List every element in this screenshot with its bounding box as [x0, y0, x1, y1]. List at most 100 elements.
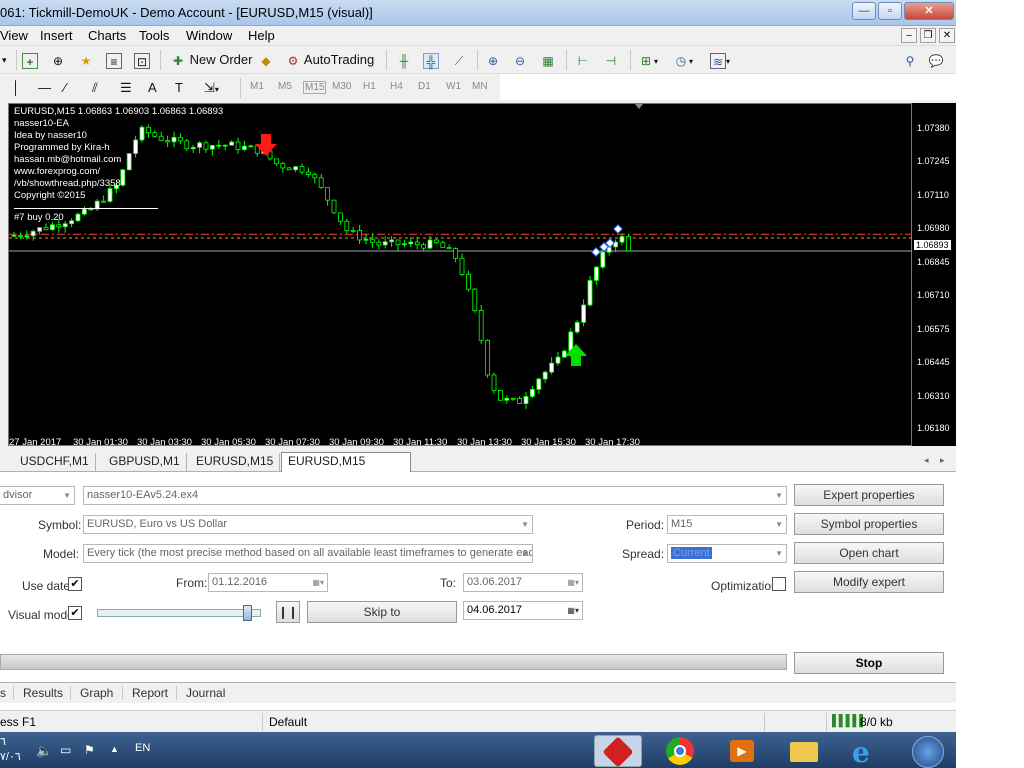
taskbar-internet-explorer[interactable]: e — [842, 735, 890, 768]
candle-body — [75, 213, 81, 222]
horizontal-line-icon[interactable]: — — [38, 78, 51, 98]
expert-properties-button[interactable]: Expert properties — [794, 484, 944, 506]
spread-select[interactable]: Current ▼ — [667, 544, 787, 563]
pause-button[interactable]: ❙❙ — [276, 601, 300, 623]
timeframe-h4[interactable]: H4 — [390, 81, 403, 92]
fibonacci-icon[interactable]: ☰ — [120, 78, 132, 98]
volume-icon[interactable]: 🔈 — [36, 743, 52, 759]
terminal-icon[interactable]: ⊡ — [134, 50, 150, 70]
channel-icon[interactable]: ⫽ — [92, 78, 98, 98]
periods-icon[interactable]: ◷ ▾ — [673, 50, 693, 70]
stop-button[interactable]: Stop — [794, 652, 944, 674]
taskbar-explorer[interactable] — [780, 735, 828, 767]
metaeditor-icon[interactable]: ◆ — [258, 50, 274, 70]
expert-select[interactable]: nasser10-EAv5.24.ex4 ▼ — [83, 486, 787, 505]
maximize-button[interactable]: ▫ — [878, 2, 902, 20]
modify-expert-button[interactable]: Modify expert — [794, 571, 944, 593]
open-chart-button[interactable]: Open chart — [794, 542, 944, 564]
line-chart-icon[interactable]: ⟋ — [451, 50, 467, 70]
crosshair-icon[interactable]: ⊕ — [50, 50, 66, 70]
from-date-input[interactable]: 01.12.2016 ▦▾ — [208, 573, 328, 592]
tab-graph[interactable]: Graph — [80, 686, 113, 700]
metatrader-icon — [602, 736, 634, 768]
chart-tab-usdchf[interactable]: USDCHF,M1 — [14, 453, 96, 471]
menu-charts[interactable]: Charts — [88, 28, 126, 43]
new-order-button[interactable]: ✚ New Order — [170, 50, 253, 70]
timeframe-w1[interactable]: W1 — [446, 81, 461, 92]
close-button[interactable]: ✕ — [904, 2, 954, 20]
symbol-select[interactable]: EURUSD, Euro vs US Dollar ▼ — [83, 515, 533, 534]
tester-type-select[interactable]: dvisor ▼ — [0, 486, 75, 505]
chart-shift-icon[interactable]: ⊣ — [603, 50, 619, 70]
text-label-icon[interactable]: T — [175, 78, 183, 98]
new-chart-icon[interactable]: + — [22, 50, 38, 70]
visual-speed-slider[interactable] — [97, 605, 261, 621]
period-select[interactable]: M15 ▼ — [667, 515, 787, 534]
tab-report[interactable]: Report — [132, 686, 168, 700]
menu-insert[interactable]: Insert — [40, 28, 73, 43]
mdi-restore-button[interactable]: ❐ — [920, 28, 936, 43]
zoom-in-icon[interactable]: ⊕ — [485, 50, 501, 70]
search-icon[interactable]: ⚲ — [902, 50, 918, 70]
timeframe-m5[interactable]: M5 — [278, 81, 292, 92]
menu-window[interactable]: Window — [186, 28, 232, 43]
timeframe-d1[interactable]: D1 — [418, 81, 431, 92]
visual-mode-checkbox[interactable]: ✔ — [68, 606, 82, 620]
arrows-icon[interactable]: ⇲▾ — [204, 78, 219, 98]
network-icon[interactable]: ▭ — [60, 743, 71, 757]
tab-scroll-left-icon[interactable]: ◂ — [924, 455, 929, 466]
skip-to-date-input[interactable]: 04.06.2017 ▦▾ — [463, 601, 583, 620]
mdi-close-button[interactable]: ✕ — [939, 28, 955, 43]
optimization-checkbox[interactable] — [772, 577, 786, 591]
tab-scroll-right-icon[interactable]: ▸ — [940, 455, 945, 466]
tray-expand-icon[interactable]: ▲ — [110, 744, 119, 754]
start-button[interactable] — [904, 735, 952, 768]
autotrading-button[interactable]: ⚙ AutoTrading — [285, 50, 375, 70]
taskbar-metatrader[interactable] — [594, 735, 642, 768]
flag-icon[interactable]: ⚑ — [84, 743, 95, 757]
model-select[interactable]: Every tick (the most precise method base… — [83, 544, 533, 563]
to-date-input[interactable]: 03.06.2017 ▦▾ — [463, 573, 583, 592]
tab-settings[interactable]: s — [0, 686, 6, 700]
language-indicator[interactable]: EN — [135, 742, 150, 754]
taskbar-chrome[interactable] — [656, 735, 704, 767]
favorites-icon[interactable]: ★ — [78, 50, 94, 70]
taskbar-media-player[interactable]: ▶ — [718, 735, 766, 767]
timeframe-m30[interactable]: M30 — [332, 81, 351, 92]
dropdown-arrow-icon[interactable]: ▾ — [2, 50, 7, 70]
indicators-icon[interactable]: ⊞ ▾ — [638, 50, 658, 70]
chart-tab-eurusd-visual[interactable]: EURUSD,M15 (visual) — [281, 452, 411, 485]
model-label: Model: — [43, 547, 80, 561]
price-label: 1.06980 — [917, 223, 950, 233]
timeframe-m1[interactable]: M1 — [250, 81, 264, 92]
auto-scroll-icon[interactable]: ⊢ — [575, 50, 591, 70]
chart-tab-eurusd[interactable]: EURUSD,M15 — [190, 453, 281, 471]
timeframe-m15[interactable]: M15 — [303, 81, 327, 94]
slider-thumb[interactable] — [243, 605, 252, 621]
chart-tab-gbpusd[interactable]: GBPUSD,M1 — [103, 453, 187, 471]
symbol-properties-button[interactable]: Symbol properties — [794, 513, 944, 535]
skip-to-button[interactable]: Skip to — [307, 601, 457, 623]
bar-chart-icon[interactable]: ╫ — [396, 50, 412, 70]
text-icon[interactable]: A — [148, 78, 157, 98]
menu-view[interactable]: View — [0, 28, 28, 43]
tab-results[interactable]: Results — [23, 686, 63, 700]
trend-line-icon[interactable]: ⁄ — [64, 78, 66, 98]
tab-journal[interactable]: Journal — [186, 686, 225, 700]
timeframe-mn[interactable]: MN — [472, 81, 488, 92]
tile-windows-icon[interactable]: ▦ — [540, 50, 556, 70]
navigator-icon[interactable]: ≡ — [106, 50, 122, 70]
minimize-button[interactable]: — — [852, 2, 876, 20]
chat-icon[interactable]: 💬 — [928, 50, 944, 70]
candlestick-chart-icon[interactable]: ╬ — [423, 50, 439, 70]
zoom-out-icon[interactable]: ⊖ — [512, 50, 528, 70]
menu-help[interactable]: Help — [248, 28, 275, 43]
vertical-line-icon[interactable]: │ — [12, 78, 20, 98]
trade-marker — [613, 224, 623, 234]
menu-tools[interactable]: Tools — [139, 28, 169, 43]
templates-icon[interactable]: ≋ ▾ — [710, 50, 730, 70]
timeframe-h1[interactable]: H1 — [363, 81, 376, 92]
mdi-minimize-button[interactable]: – — [901, 28, 917, 43]
use-date-checkbox[interactable]: ✔ — [68, 577, 82, 591]
price-chart[interactable]: EURUSD,M15 1.06863 1.06903 1.06863 1.068… — [8, 103, 913, 448]
